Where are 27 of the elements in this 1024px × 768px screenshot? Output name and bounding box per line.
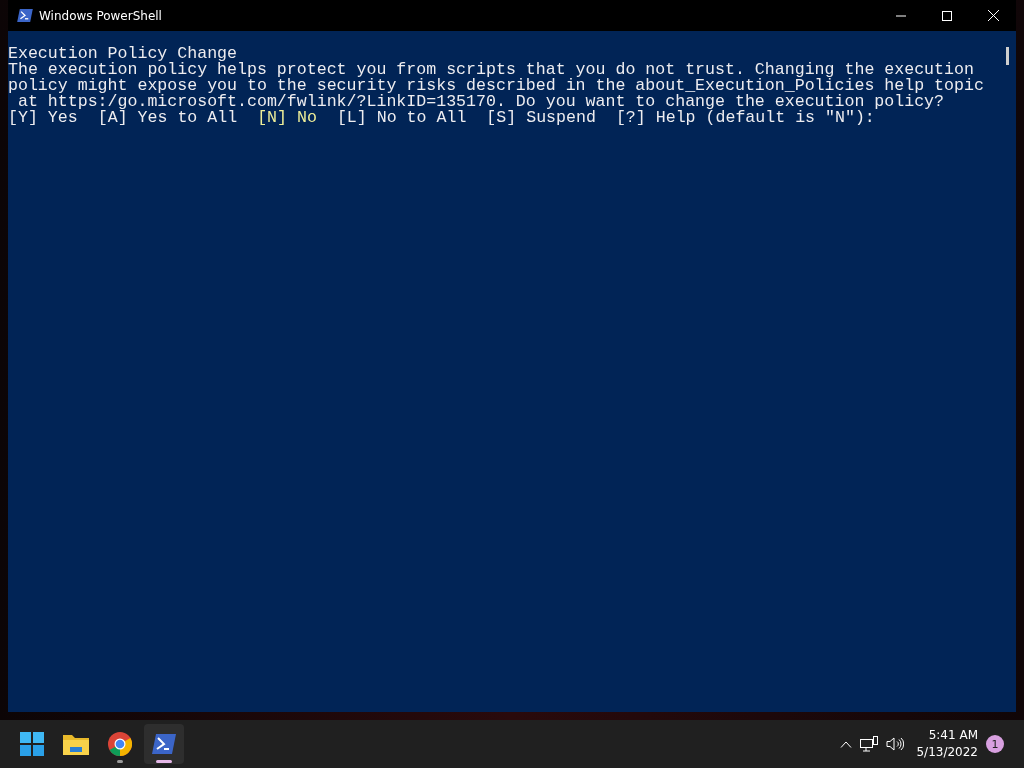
powershell-icon bbox=[17, 9, 33, 22]
console-heading: Execution Policy Change bbox=[8, 44, 238, 63]
prompt-option: [L] No to All bbox=[336, 108, 467, 127]
network-icon[interactable] bbox=[860, 736, 879, 752]
powershell-icon bbox=[152, 734, 176, 754]
notification-badge[interactable]: 1 bbox=[986, 735, 1004, 753]
prompt-option: [?] Help (default is "N"): bbox=[615, 108, 875, 127]
prompt-option: [Y] Yes bbox=[8, 108, 78, 127]
clock[interactable]: 5:41 AM 5/13/2022 bbox=[916, 727, 978, 761]
console-line: The execution policy helps protect you from scripts that you do not trust. Changing the execution bbox=[8, 60, 974, 79]
clock-date: 5/13/2022 bbox=[916, 744, 978, 761]
close-icon bbox=[987, 10, 999, 21]
clock-time: 5:41 AM bbox=[927, 727, 978, 744]
folder-icon bbox=[63, 733, 89, 755]
prompt-option: [S] Suspend bbox=[486, 108, 596, 127]
taskbar-app[interactable] bbox=[144, 724, 184, 764]
scrollbar-thumb[interactable] bbox=[1006, 47, 1009, 65]
speaker-icon[interactable] bbox=[886, 737, 905, 751]
console-line: at https:/go.microsoft.com/fwlink/?LinkID=135170. Do you want to change the execution policy? bbox=[17, 92, 945, 111]
chrome-icon bbox=[108, 732, 132, 756]
chevron-up-icon[interactable] bbox=[840, 740, 853, 748]
maximize-icon bbox=[942, 10, 952, 21]
prompt-option: [N] No bbox=[257, 108, 317, 127]
console-line: policy might expose you to the security risks described in the about_Execution_Policies help topic bbox=[8, 76, 984, 95]
prompt-option: [A] Yes to All bbox=[97, 108, 238, 127]
window-title: Windows PowerShell bbox=[39, 8, 162, 23]
windows-logo-icon bbox=[20, 732, 44, 756]
